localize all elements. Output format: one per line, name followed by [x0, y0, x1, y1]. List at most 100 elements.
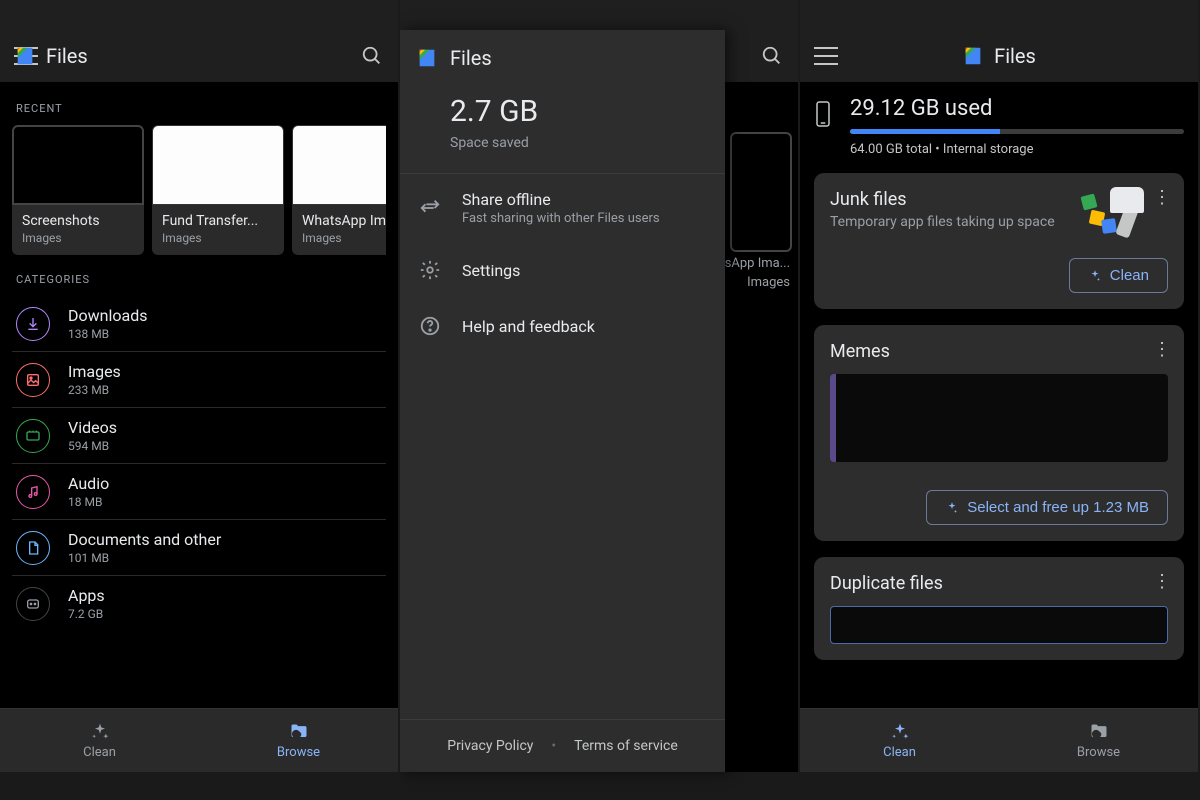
- junk-files-card: ⋮ Junk files Temporary app files taking …: [814, 173, 1184, 309]
- drawer-help[interactable]: Help and feedback: [400, 298, 725, 354]
- categories-label: CATEGORIES: [16, 273, 382, 286]
- category-videos[interactable]: Videos594 MB: [12, 408, 386, 464]
- sparkle-icon: [1088, 269, 1102, 283]
- category-images[interactable]: Images 233 MB: [12, 352, 386, 408]
- more-icon[interactable]: ⋮: [1150, 337, 1174, 361]
- nav-drawer: Files 2.7 GB Space saved Share offline F…: [400, 30, 725, 772]
- space-saved-label: Space saved: [450, 135, 675, 151]
- terms-link[interactable]: Terms of service: [574, 738, 678, 754]
- thumbnail: [152, 125, 284, 205]
- category-name: Images: [68, 362, 121, 381]
- select-free-button[interactable]: Select and free up 1.23 MB: [926, 490, 1168, 525]
- card-title: Duplicate files: [830, 573, 1168, 594]
- apps-icon: [16, 587, 50, 621]
- panel-clean: Files 29.12 GB used 64.00 GB total • Int…: [800, 0, 1200, 800]
- recent-name: Fund Transfer...: [162, 213, 274, 229]
- recent-type: Images: [22, 231, 134, 245]
- nav-browse[interactable]: Browse: [199, 709, 398, 772]
- search-icon[interactable]: [760, 44, 784, 68]
- sparkle-icon: [89, 721, 111, 743]
- gesture-bar: [0, 772, 398, 800]
- drawer-subtitle: Fast sharing with other Files users: [462, 211, 660, 226]
- menu-icon[interactable]: [814, 47, 838, 65]
- cleaning-brush-icon: [1082, 187, 1144, 235]
- drawer-footer: Privacy Policy • Terms of service: [400, 719, 725, 772]
- sparkle-icon: [945, 501, 959, 515]
- recent-list: Screenshots Images Fund Transfer... Imag…: [12, 125, 386, 255]
- duplicate-files-card: ⋮ Duplicate files: [814, 557, 1184, 660]
- drawer-share-offline[interactable]: Share offline Fast sharing with other Fi…: [400, 174, 725, 242]
- privacy-policy-link[interactable]: Privacy Policy: [447, 738, 533, 754]
- storage-bar: [850, 129, 1184, 134]
- category-apps[interactable]: Apps 7.2 GB: [12, 576, 386, 631]
- app-title: Files: [46, 44, 88, 68]
- share-icon: [418, 196, 442, 220]
- category-downloads[interactable]: Downloads138 MB: [12, 296, 386, 352]
- clean-content: 29.12 GB used 64.00 GB total • Internal …: [800, 82, 1198, 708]
- thumbnail: [292, 125, 386, 205]
- recent-name: Screenshots: [22, 213, 134, 229]
- storage-summary: 29.12 GB used 64.00 GB total • Internal …: [814, 96, 1184, 157]
- space-saved-value: 2.7 GB: [450, 94, 675, 129]
- image-icon: [16, 363, 50, 397]
- nav-browse[interactable]: Browse: [999, 709, 1198, 772]
- download-icon: [16, 307, 50, 341]
- button-label: Select and free up 1.23 MB: [967, 499, 1149, 516]
- memes-card: ⋮ Memes Select and free up 1.23 MB: [814, 325, 1184, 541]
- document-icon: [16, 531, 50, 565]
- category-name: Documents and other: [68, 530, 221, 549]
- drawer-settings[interactable]: Settings: [400, 242, 725, 298]
- category-size: 18 MB: [68, 495, 109, 509]
- category-documents[interactable]: Documents and other 101 MB: [12, 520, 386, 576]
- audio-icon: [16, 475, 50, 509]
- panel-browse: Files RECENT Screenshots Images Fund Tra…: [0, 0, 400, 800]
- category-size: 233 MB: [68, 383, 121, 397]
- search-icon[interactable]: [360, 44, 384, 68]
- category-name: Apps: [68, 586, 105, 605]
- more-icon[interactable]: ⋮: [1150, 185, 1174, 209]
- thumbnail: [12, 125, 144, 205]
- category-size: 594 MB: [68, 439, 117, 453]
- bottom-nav: Clean Browse: [800, 708, 1198, 772]
- category-name: Audio: [68, 474, 109, 493]
- duplicates-preview[interactable]: [830, 606, 1168, 644]
- panel-drawer: sApp Ima... Images Files 2.7 GB Space sa…: [400, 0, 800, 800]
- nav-clean[interactable]: Clean: [0, 709, 199, 772]
- clean-button[interactable]: Clean: [1069, 258, 1168, 293]
- video-icon: [16, 419, 50, 453]
- recent-card[interactable]: Fund Transfer... Images: [152, 125, 284, 255]
- app-title: Files: [450, 46, 492, 70]
- storage-used: 29.12 GB used: [850, 96, 1184, 121]
- recent-type: Images: [302, 231, 386, 245]
- category-size: 7.2 GB: [68, 607, 105, 621]
- top-bar: Files: [800, 30, 1198, 82]
- folder-search-icon: [1088, 721, 1110, 743]
- category-name: Downloads: [68, 306, 147, 325]
- recent-card[interactable]: WhatsApp Ima... Images: [292, 125, 386, 255]
- gear-icon: [418, 258, 442, 282]
- help-icon: [418, 314, 442, 338]
- recent-card[interactable]: Screenshots Images: [12, 125, 144, 255]
- gesture-bar: [800, 772, 1198, 800]
- drawer-header: Files: [400, 30, 725, 84]
- category-audio[interactable]: Audio 18 MB: [12, 464, 386, 520]
- status-bar: [0, 0, 398, 30]
- app-title: Files: [994, 44, 1036, 68]
- bottom-nav: Clean Browse: [0, 708, 398, 772]
- files-logo-icon: [962, 45, 984, 67]
- recent-name: WhatsApp Ima...: [302, 213, 386, 229]
- browse-content: RECENT Screenshots Images Fund Transfer.…: [0, 82, 398, 708]
- category-size: 101 MB: [68, 551, 221, 565]
- top-bar: Files: [0, 30, 398, 82]
- storage-fill: [850, 129, 1000, 134]
- memes-preview[interactable]: [830, 374, 1168, 462]
- nav-clean[interactable]: Clean: [800, 709, 999, 772]
- files-logo-icon: [416, 47, 438, 69]
- drawer-title: Help and feedback: [462, 317, 595, 336]
- drawer-title: Share offline: [462, 190, 660, 209]
- nav-label: Clean: [83, 745, 116, 760]
- sparkle-icon: [889, 721, 911, 743]
- gesture-bar: [400, 772, 798, 800]
- thumbnail: [730, 132, 792, 252]
- more-icon[interactable]: ⋮: [1150, 569, 1174, 593]
